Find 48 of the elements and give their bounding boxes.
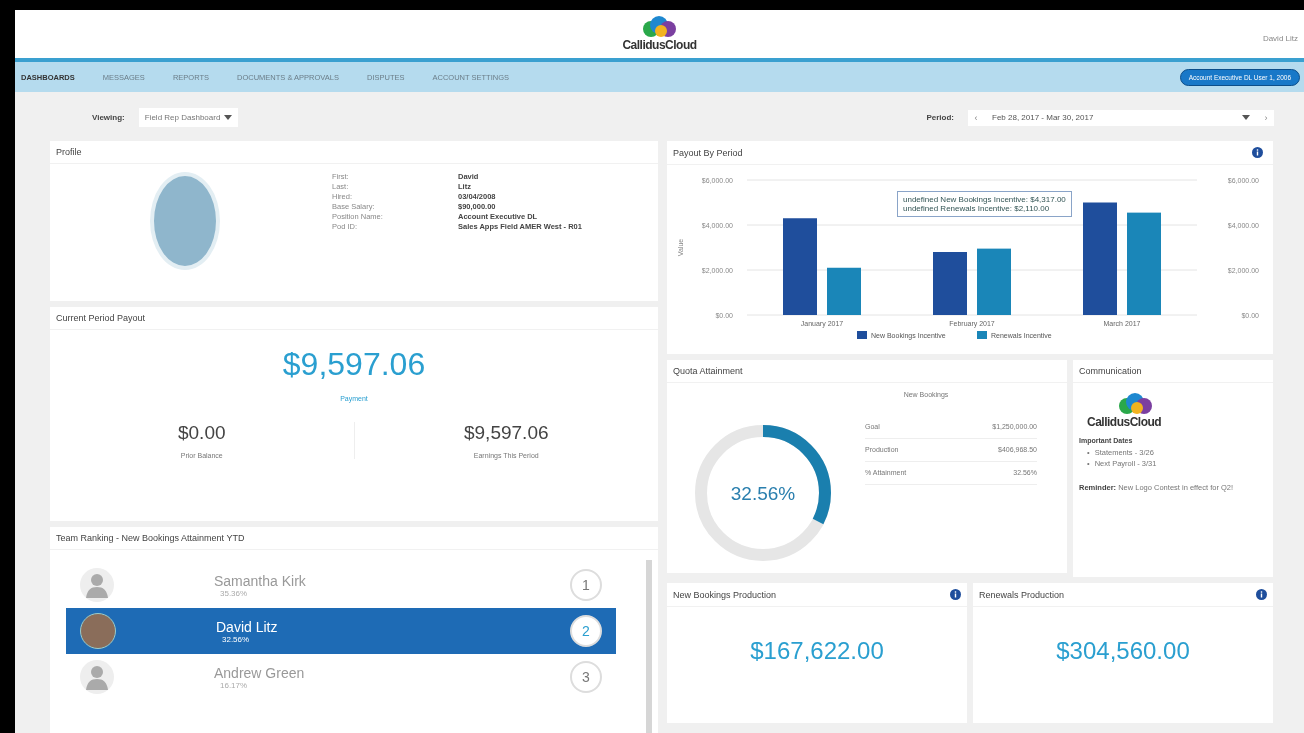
legend-swatch bbox=[857, 331, 867, 339]
rank-number: 2 bbox=[570, 615, 602, 647]
person-silhouette-icon bbox=[80, 660, 114, 694]
dashboard-dropdown[interactable]: Field Rep Dashboard bbox=[138, 108, 239, 127]
card-title: Communication bbox=[1073, 360, 1273, 383]
ranking-row[interactable]: David Litz 32.56% 2 bbox=[66, 608, 616, 654]
person-name: Andrew Green bbox=[214, 664, 306, 681]
tooltip-line: undefined New Bookings Incentive: $4,317.00 bbox=[903, 195, 1066, 204]
person-silhouette-icon bbox=[80, 568, 114, 602]
viewing-label: Viewing: bbox=[92, 113, 125, 122]
caret-icon bbox=[224, 115, 233, 120]
card-title: New Bookings Production bbox=[673, 589, 777, 600]
payout-amount: $9,597.06 bbox=[282, 346, 426, 383]
person-name: Samantha Kirk bbox=[214, 572, 307, 589]
ranking-row[interactable]: Andrew Green 16.17% 3 bbox=[66, 654, 616, 700]
amount-value: $9,597.06 bbox=[464, 422, 549, 444]
card-title: Quota Attainment bbox=[667, 360, 1067, 383]
bar[interactable] bbox=[827, 267, 861, 315]
amount-value: $0.00 bbox=[177, 422, 226, 444]
legend-swatch bbox=[977, 331, 987, 339]
period-label: Period: bbox=[926, 113, 954, 122]
person-name: David Litz bbox=[216, 618, 279, 635]
attainment-percent: 32.56% bbox=[222, 634, 251, 644]
card-title: Profile bbox=[50, 141, 658, 164]
attainment-percent: 35.36% bbox=[220, 588, 249, 598]
cloud-logo-icon bbox=[1117, 393, 1153, 415]
logo-text: CallidusCloud bbox=[622, 38, 697, 52]
caret-icon bbox=[1242, 115, 1250, 120]
scrollbar[interactable] bbox=[646, 560, 652, 733]
logo-text: CallidusCloud bbox=[1087, 415, 1162, 429]
rank-number: 1 bbox=[570, 569, 602, 601]
info-icon[interactable] bbox=[1256, 589, 1267, 600]
tooltip-line: undefined Renewals Incentive: $2,110.00 bbox=[903, 204, 1051, 213]
info-icon[interactable] bbox=[1252, 147, 1263, 158]
user-name[interactable]: David Litz bbox=[1262, 34, 1298, 43]
card-title: Payout By Period bbox=[673, 147, 743, 158]
info-icon[interactable] bbox=[950, 589, 961, 600]
attainment-percent: 16.17% bbox=[220, 680, 249, 690]
ranking-row[interactable]: Samantha Kirk 35.36% 1 bbox=[66, 562, 616, 608]
card-title: Current Period Payout bbox=[50, 307, 658, 330]
rank-number: 3 bbox=[570, 661, 602, 693]
production-amount: $304,560.00 bbox=[1055, 637, 1191, 665]
card-title: Renewals Production bbox=[979, 589, 1065, 600]
production-amount: $167,622.00 bbox=[749, 637, 885, 665]
cloud-logo-icon bbox=[641, 16, 678, 38]
donut-percent: 32.56% bbox=[729, 483, 797, 505]
card-title: Team Ranking - New Bookings Attainment YTD bbox=[50, 527, 658, 550]
photo-placeholder bbox=[80, 613, 116, 649]
